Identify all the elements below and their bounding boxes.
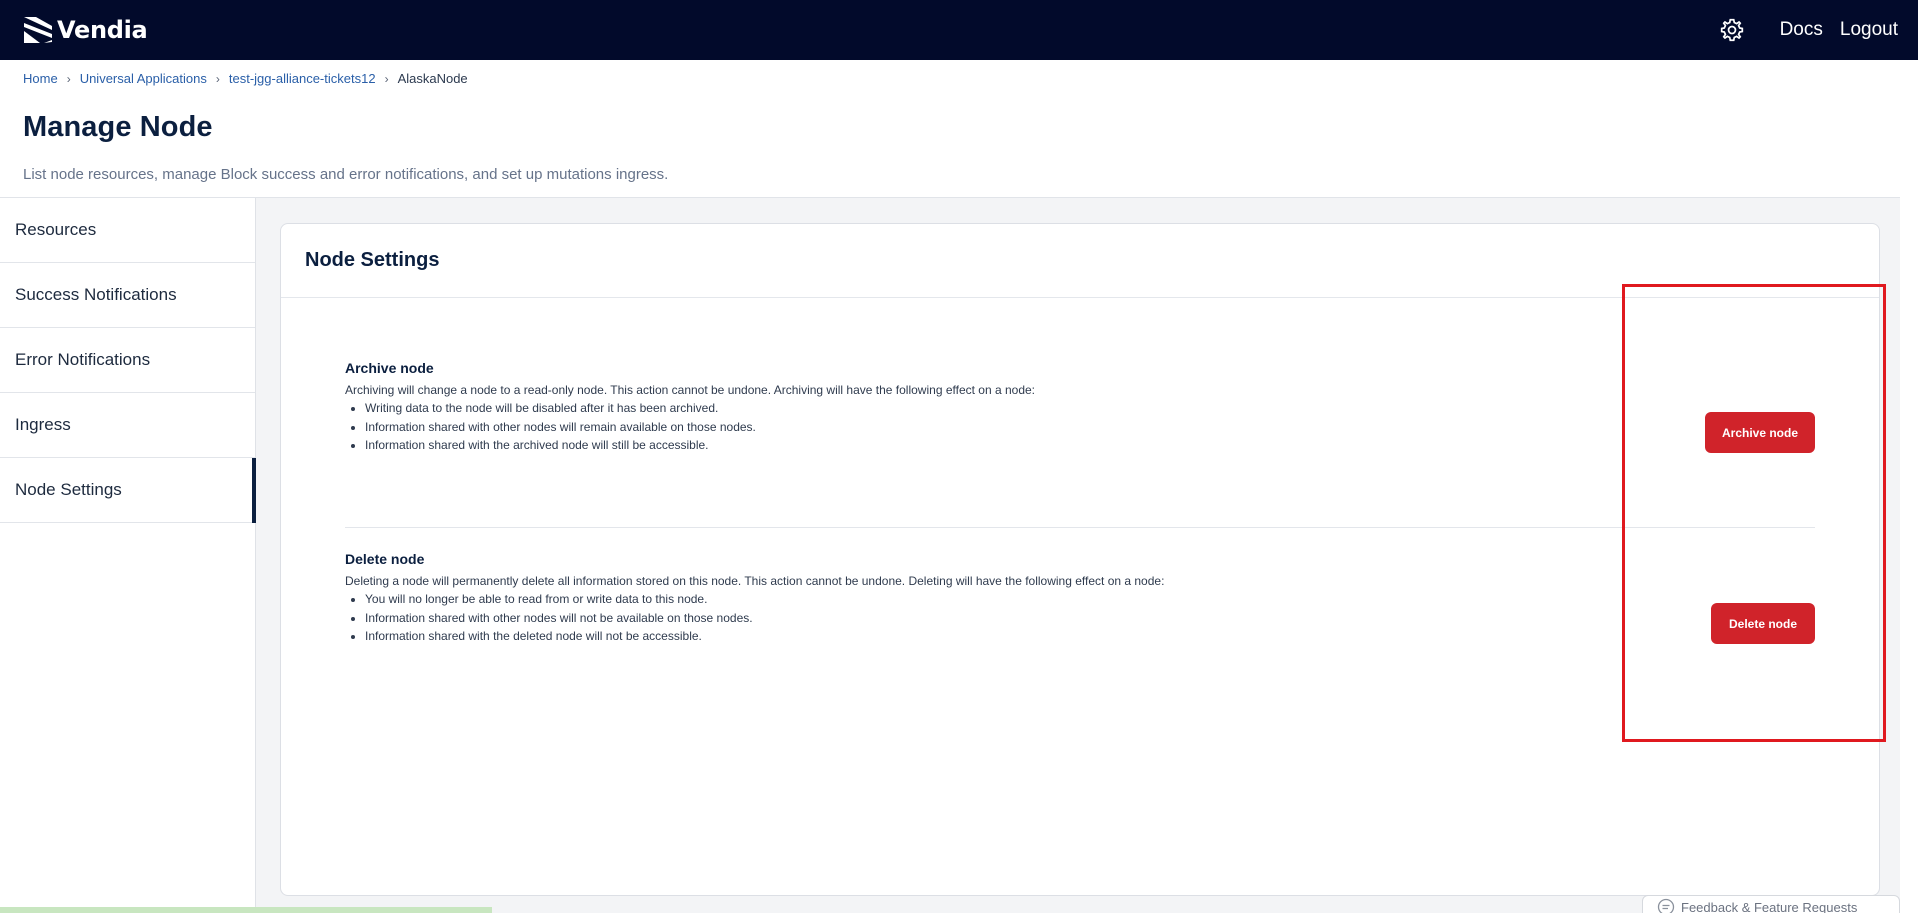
gear-icon[interactable] <box>1719 17 1745 43</box>
feedback-label: Feedback & Feature Requests <box>1681 899 1858 913</box>
delete-node-description: Deleting a node will permanently delete … <box>345 574 1165 588</box>
list-item: Information shared with other nodes will… <box>365 609 1815 628</box>
feedback-button[interactable]: Feedback & Feature Requests <box>1642 895 1900 913</box>
delete-node-button[interactable]: Delete node <box>1711 603 1815 644</box>
breadcrumb: Home › Universal Applications › test-jgg… <box>23 71 468 87</box>
breadcrumb-home[interactable]: Home <box>23 71 58 87</box>
loading-progress-bar <box>0 907 492 913</box>
breadcrumb-application[interactable]: test-jgg-alliance-tickets12 <box>229 71 376 87</box>
archive-effects-list: Writing data to the node will be disable… <box>365 399 1815 455</box>
card-header: Node Settings <box>281 224 1879 298</box>
main-content: Resources Success Notifications Error No… <box>0 197 1900 913</box>
list-item: Information shared with other nodes will… <box>365 418 1815 437</box>
chat-bubble-icon <box>1657 898 1675 913</box>
breadcrumb-separator: › <box>215 72 220 86</box>
delete-node-title: Delete node <box>345 551 425 567</box>
list-item: Information shared with the archived nod… <box>365 436 1815 455</box>
archive-node-description: Archiving will change a node to a read-o… <box>345 383 1036 397</box>
sidebar: Resources Success Notifications Error No… <box>0 198 256 913</box>
top-navbar: Vendia Docs Logout <box>0 0 1918 60</box>
list-item: You will no longer be able to read from … <box>365 590 1815 609</box>
list-item: Information shared with the deleted node… <box>365 627 1815 646</box>
archive-node-title: Archive node <box>345 360 434 376</box>
page-title: Manage Node <box>23 111 213 143</box>
section-divider <box>345 527 1815 528</box>
sidebar-item-success-notifications[interactable]: Success Notifications <box>0 263 255 328</box>
breadcrumb-universal-applications[interactable]: Universal Applications <box>80 71 207 87</box>
delete-effects-list: You will no longer be able to read from … <box>365 590 1815 646</box>
archive-node-section: Archive node Archiving will change a nod… <box>345 360 1815 455</box>
delete-node-section: Delete node Deleting a node will permane… <box>345 551 1815 646</box>
sidebar-item-ingress[interactable]: Ingress <box>0 393 255 458</box>
card-title: Node Settings <box>305 249 440 271</box>
docs-link[interactable]: Docs <box>1780 19 1823 41</box>
breadcrumb-separator: › <box>384 72 389 86</box>
sidebar-item-node-settings[interactable]: Node Settings <box>0 458 256 523</box>
archive-node-button[interactable]: Archive node <box>1705 412 1815 453</box>
node-settings-card: Node Settings Archive node Archiving wil… <box>280 223 1880 896</box>
logout-link[interactable]: Logout <box>1840 19 1898 41</box>
page-subtitle: List node resources, manage Block succes… <box>23 166 669 183</box>
sidebar-item-error-notifications[interactable]: Error Notifications <box>0 328 255 393</box>
brand-name: Vendia <box>57 16 148 44</box>
vendia-logo-icon <box>24 17 52 43</box>
list-item: Writing data to the node will be disable… <box>365 399 1815 418</box>
top-nav-actions: Docs Logout <box>1719 0 1898 60</box>
vendia-logo[interactable]: Vendia <box>23 16 148 44</box>
breadcrumb-separator: › <box>66 72 71 86</box>
breadcrumb-current-node: AlaskaNode <box>397 71 468 86</box>
sidebar-item-resources[interactable]: Resources <box>0 198 255 263</box>
